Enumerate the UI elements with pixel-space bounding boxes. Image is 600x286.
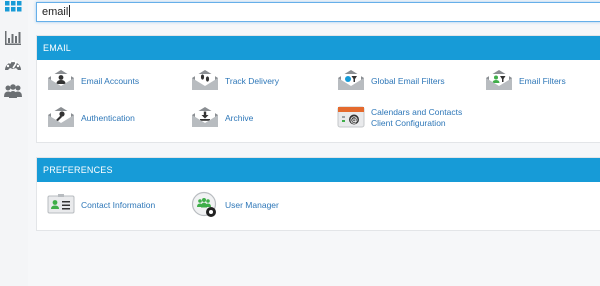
user-manager-item[interactable]: User Manager bbox=[191, 191, 331, 219]
user-manager-label: User Manager bbox=[225, 200, 279, 210]
text-caret bbox=[69, 5, 71, 17]
archive-label: Archive bbox=[225, 113, 254, 123]
user-manager-icon bbox=[191, 191, 217, 217]
email-section: EMAIL Email Accounts Track Delivery Glob… bbox=[36, 35, 600, 143]
contact-information-item[interactable]: Contact Information bbox=[47, 193, 187, 217]
email-filters-label: Email Filters bbox=[519, 76, 566, 86]
global-email-filters-item[interactable]: Global Email Filters bbox=[337, 69, 477, 93]
preferences-section: PREFERENCES Contact Information User Man… bbox=[36, 157, 600, 231]
contact-information-label: Contact Information bbox=[81, 200, 156, 210]
email-section-header[interactable]: EMAIL bbox=[37, 36, 600, 60]
track-delivery-item[interactable]: Track Delivery bbox=[191, 69, 331, 93]
envelope-person-icon bbox=[48, 70, 74, 90]
bar-chart-icon[interactable] bbox=[3, 28, 23, 48]
envelope-globe-filter-icon bbox=[338, 70, 364, 90]
preferences-section-header[interactable]: PREFERENCES bbox=[37, 158, 600, 182]
track-delivery-label: Track Delivery bbox=[225, 76, 279, 86]
authentication-label: Authentication bbox=[81, 113, 135, 123]
email-filters-item[interactable]: Email Filters bbox=[485, 69, 595, 93]
users-icon[interactable] bbox=[3, 82, 23, 102]
global-email-filters-label: Global Email Filters bbox=[371, 76, 445, 86]
calendars-contacts-item[interactable]: @ Calendars and Contacts Client Configur… bbox=[337, 106, 497, 132]
archive-item[interactable]: Archive bbox=[191, 106, 331, 130]
envelope-footprints-icon bbox=[192, 70, 218, 90]
svg-text:@: @ bbox=[350, 116, 358, 125]
main-content: email EMAIL Email Accounts Track Deliver… bbox=[28, 0, 600, 286]
calendar-at-icon: @ bbox=[337, 106, 365, 128]
email-accounts-item[interactable]: Email Accounts bbox=[47, 69, 187, 93]
envelope-person-filter-icon bbox=[486, 70, 512, 90]
email-accounts-label: Email Accounts bbox=[81, 76, 140, 86]
calendars-contacts-label-line2: Client Configuration bbox=[371, 118, 446, 128]
sidebar bbox=[0, 0, 29, 286]
search-input[interactable]: email bbox=[36, 2, 600, 22]
search-input-value: email bbox=[42, 6, 69, 18]
envelope-key-icon bbox=[48, 107, 74, 127]
contact-card-icon bbox=[47, 194, 75, 214]
authentication-item[interactable]: Authentication bbox=[47, 106, 187, 130]
dashboard-icon[interactable] bbox=[3, 56, 23, 76]
calendars-contacts-label-line1: Calendars and Contacts bbox=[371, 107, 463, 117]
grid-icon[interactable] bbox=[3, 0, 23, 20]
envelope-download-icon bbox=[192, 107, 218, 127]
